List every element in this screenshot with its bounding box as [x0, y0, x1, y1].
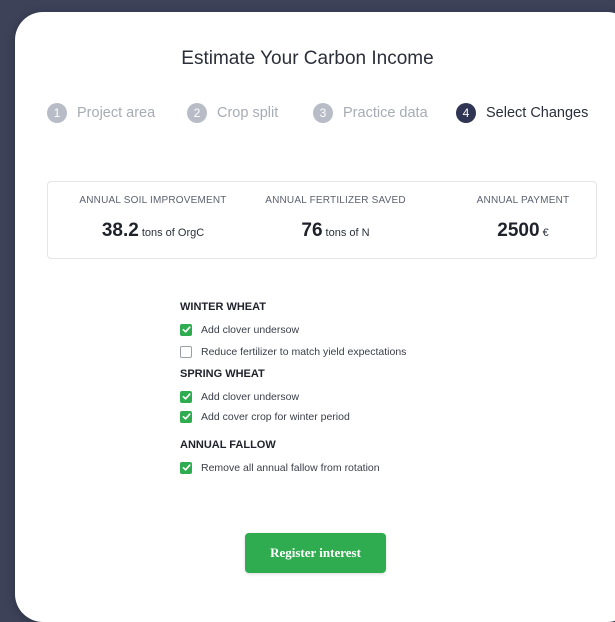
step-number: 1 [47, 103, 67, 123]
step-number: 3 [313, 103, 333, 123]
stat-value: 76 [301, 220, 323, 241]
stat-unit: tons of N [325, 227, 370, 239]
checkbox[interactable] [180, 410, 192, 423]
option-winter-wheat-clover[interactable]: Add clover undersow [180, 323, 406, 336]
option-label: Reduce fertilizer to match yield expecta… [201, 345, 407, 358]
step-number: 4 [456, 103, 476, 123]
stat-soil-improvement: ANNUAL SOIL IMPROVEMENT 38.2 tons of OrgC [63, 195, 243, 242]
checkmark-icon [182, 326, 191, 333]
stat-caption: ANNUAL SOIL IMPROVEMENT [79, 195, 227, 206]
step-project-area[interactable]: 1 Project area [47, 103, 155, 123]
stat-fertilizer-saved: ANNUAL FERTILIZER SAVED 76 tons of N [253, 195, 418, 242]
step-select-changes[interactable]: 4 Select Changes [456, 103, 588, 123]
step-practice-data[interactable]: 3 Practice data [313, 103, 428, 123]
group-title-spring-wheat: SPRING WHEAT [180, 368, 265, 380]
option-spring-wheat-clover[interactable]: Add clover undersow [180, 390, 406, 403]
checkbox[interactable] [180, 345, 192, 358]
checkmark-icon [182, 464, 191, 471]
option-spring-wheat-cover-crop[interactable]: Add cover crop for winter period [180, 410, 406, 423]
checkbox[interactable] [180, 323, 192, 336]
stat-unit: € [542, 227, 549, 239]
checkmark-icon [182, 413, 191, 420]
stat-unit: tons of OrgC [141, 227, 205, 239]
stat-annual-payment: ANNUAL PAYMENT 2500 € [463, 195, 583, 242]
group-title-winter-wheat: WINTER WHEAT [180, 301, 266, 313]
option-label: Add cover crop for winter period [201, 410, 350, 423]
stat-caption: ANNUAL FERTILIZER SAVED [265, 195, 406, 206]
checkbox[interactable] [180, 461, 192, 474]
checkmark-icon [182, 393, 191, 400]
stat-caption: ANNUAL PAYMENT [476, 195, 570, 206]
option-annual-fallow-remove[interactable]: Remove all annual fallow from rotation [180, 461, 406, 474]
page-title: Estimate Your Carbon Income [181, 48, 434, 69]
step-label: Select Changes [486, 105, 589, 121]
step-label: Project area [77, 105, 156, 121]
option-label: Remove all annual fallow from rotation [201, 461, 380, 474]
stat-value: 38.2 [101, 220, 139, 241]
register-interest-button[interactable]: Register interest [245, 533, 386, 573]
step-crop-split[interactable]: 2 Crop split [187, 103, 278, 123]
option-label: Add clover undersow [201, 323, 300, 336]
option-label: Add clover undersow [201, 390, 300, 403]
checkbox[interactable] [180, 390, 192, 403]
step-label: Practice data [343, 105, 428, 121]
group-title-annual-fallow: ANNUAL FALLOW [180, 439, 276, 451]
practice-changes: WINTER WHEAT Add clover undersow Reduce … [180, 301, 406, 474]
step-label: Crop split [217, 105, 279, 121]
step-number: 2 [187, 103, 207, 123]
option-winter-wheat-fertilizer[interactable]: Reduce fertilizer to match yield expecta… [180, 345, 406, 358]
income-summary: ANNUAL SOIL IMPROVEMENT 38.2 tons of OrgC… [47, 181, 597, 259]
stat-value: 2500 [497, 220, 540, 241]
